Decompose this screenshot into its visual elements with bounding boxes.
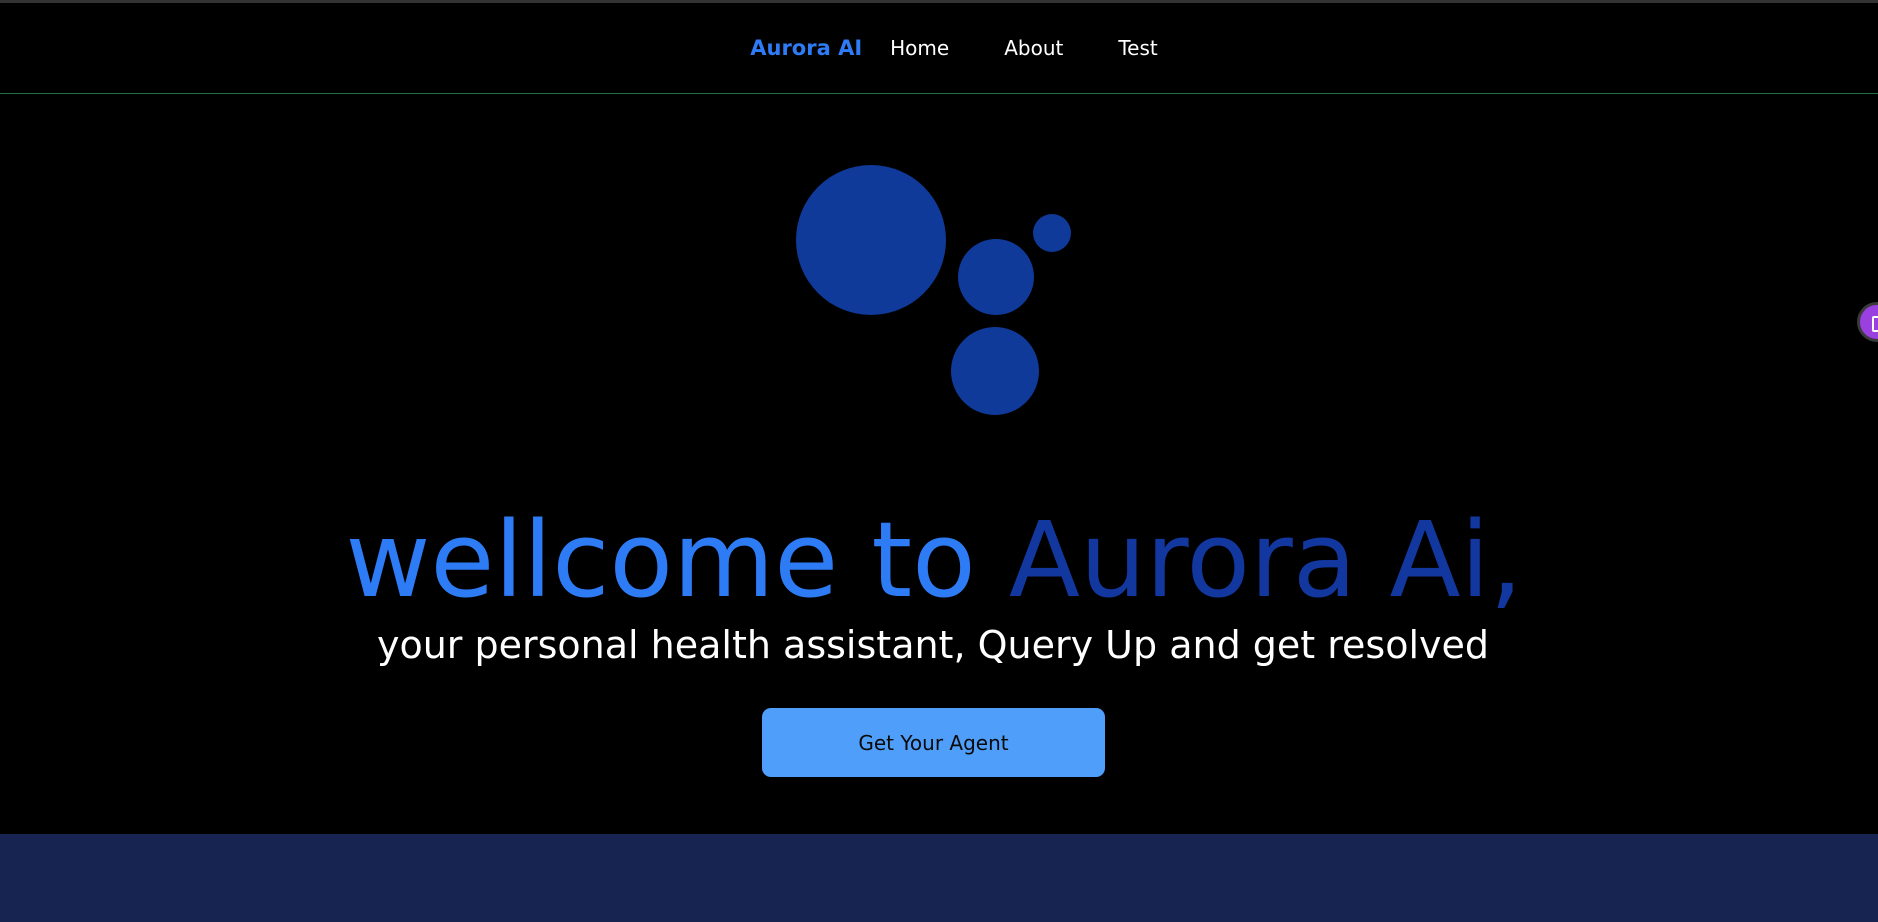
top-navigation: Aurora AI Home About Test	[0, 3, 1878, 94]
next-section-band	[0, 834, 1878, 922]
hero-headline: wellcome to Aurora Ai,	[0, 495, 1868, 625]
logo-bubble-medium	[958, 239, 1034, 315]
chat-glyph-icon	[1872, 316, 1878, 332]
get-agent-button[interactable]: Get Your Agent	[762, 708, 1105, 777]
hero-subheadline: your personal health assistant, Query Up…	[376, 623, 1490, 667]
logo-bubble-small	[1033, 214, 1071, 252]
nav-link-home[interactable]: Home	[890, 36, 949, 60]
bubbles-logo-icon	[796, 165, 1071, 415]
brand-logo-text[interactable]: Aurora AI	[750, 36, 862, 60]
logo-bubble-bottom	[951, 327, 1039, 415]
headline-brand: Aurora Ai,	[1008, 499, 1523, 621]
nav-link-about[interactable]: About	[1004, 36, 1063, 60]
assistant-widget-icon[interactable]	[1857, 302, 1878, 342]
nav-link-test[interactable]: Test	[1118, 36, 1157, 60]
logo-bubble-large	[796, 165, 946, 315]
nav-group: Aurora AI Home About Test	[750, 36, 1157, 60]
headline-greeting: wellcome to	[345, 499, 1009, 621]
